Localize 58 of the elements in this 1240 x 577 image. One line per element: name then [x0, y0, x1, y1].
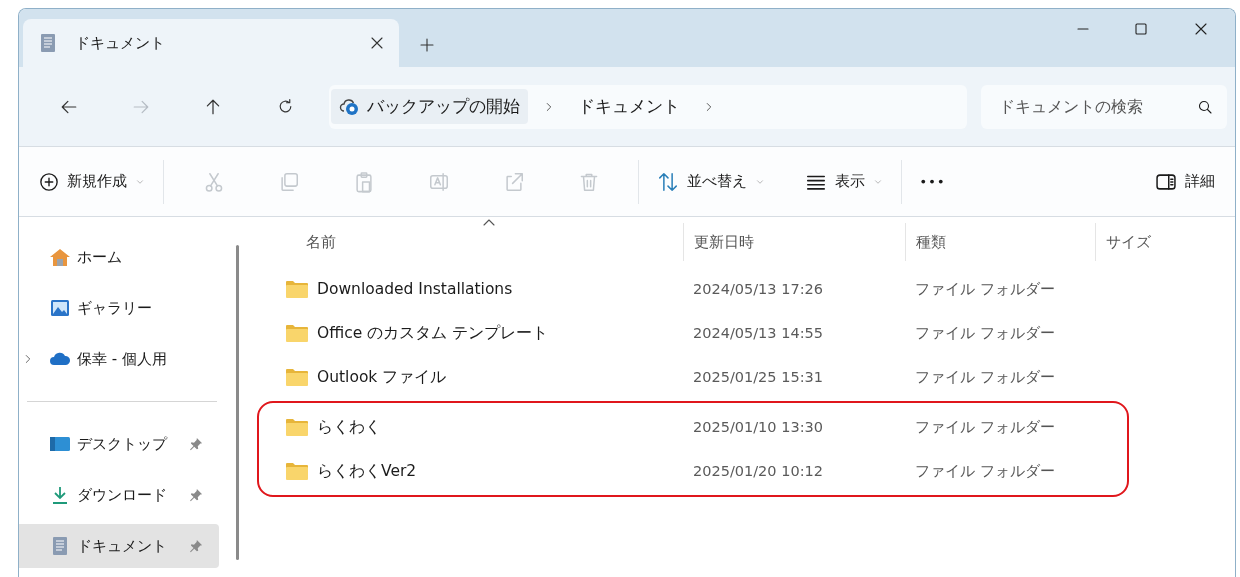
sort-button[interactable]: 並べ替え	[651, 164, 771, 199]
folder-icon	[285, 417, 309, 437]
file-type: ファイル フォルダー	[914, 323, 1056, 343]
minimize-icon	[1077, 28, 1089, 30]
file-type: ファイル フォルダー	[914, 417, 1056, 437]
sidebar-item[interactable]: デスクトップ	[19, 422, 219, 466]
sort-arrows-icon	[657, 170, 679, 193]
tab-title: ドキュメント	[75, 33, 166, 53]
maximize-icon	[1133, 21, 1149, 37]
column-header[interactable]: 名前	[255, 223, 683, 261]
file-type: ファイル フォルダー	[914, 279, 1056, 299]
rename-icon	[427, 170, 450, 193]
house-icon	[49, 247, 71, 267]
close-icon	[1193, 21, 1209, 37]
desktop-icon	[49, 434, 71, 454]
breadcrumb[interactable]: バックアップの開始	[331, 89, 528, 124]
modified-date: 2025/01/10 13:30	[692, 419, 824, 435]
search-field[interactable]: ドキュメントの検索	[981, 84, 1227, 129]
sidebar-item[interactable]: ホーム	[19, 235, 219, 279]
details-button[interactable]: 詳細	[1149, 164, 1221, 199]
more-icon	[920, 179, 944, 184]
file-name[interactable]: らくわく	[317, 416, 381, 438]
column-header[interactable]: 種類	[905, 223, 1095, 261]
sidebar-item[interactable]: ダウンロード	[19, 473, 219, 517]
column-header[interactable]: 更新日時	[683, 223, 905, 261]
search-icon	[1197, 98, 1213, 115]
address-bar[interactable]: バックアップの開始 ドキュメント	[329, 84, 967, 129]
sidebar-item[interactable]: ギャラリー	[19, 286, 219, 330]
view-button[interactable]: 表示	[799, 164, 889, 199]
modified-date: 2025/01/20 10:12	[692, 463, 824, 479]
folder-icon	[285, 323, 309, 343]
pin-icon[interactable]	[189, 437, 203, 451]
file-type: ファイル フォルダー	[914, 367, 1056, 387]
file-name[interactable]: Downloaded Installations	[317, 280, 513, 298]
folder-icon	[285, 279, 309, 299]
sidebar-item[interactable]: ドキュメント	[19, 524, 219, 568]
new-button[interactable]: 新規作成	[33, 165, 151, 198]
sort-up-icon	[483, 219, 495, 226]
tab[interactable]: ドキュメント	[23, 19, 399, 67]
folder-icon	[285, 367, 309, 387]
file-type: ファイル フォルダー	[914, 461, 1056, 481]
cloud-sync-icon	[339, 96, 361, 117]
picture-frame-icon	[49, 298, 71, 318]
sidebar-item[interactable]: 保幸 - 個人用	[19, 337, 219, 381]
pin-icon[interactable]	[189, 539, 203, 553]
new-tab-icon	[419, 37, 435, 53]
file-name[interactable]: らくわくVer2	[317, 460, 417, 482]
file-name[interactable]: Office のカスタム テンプレート	[317, 322, 549, 344]
plus-circle-icon	[39, 171, 59, 192]
modified-date: 2024/05/13 14:55	[692, 325, 824, 341]
column-header[interactable]: サイズ	[1095, 223, 1221, 261]
breadcrumb[interactable]: ドキュメント	[570, 89, 688, 124]
pin-icon[interactable]	[189, 488, 203, 502]
close-tab-icon	[369, 35, 385, 51]
modified-date: 2024/05/13 17:26	[692, 281, 824, 297]
file-name[interactable]: Outlook ファイル	[317, 366, 447, 388]
folder-icon	[285, 461, 309, 481]
modified-date: 2025/01/25 15:31	[692, 369, 824, 385]
